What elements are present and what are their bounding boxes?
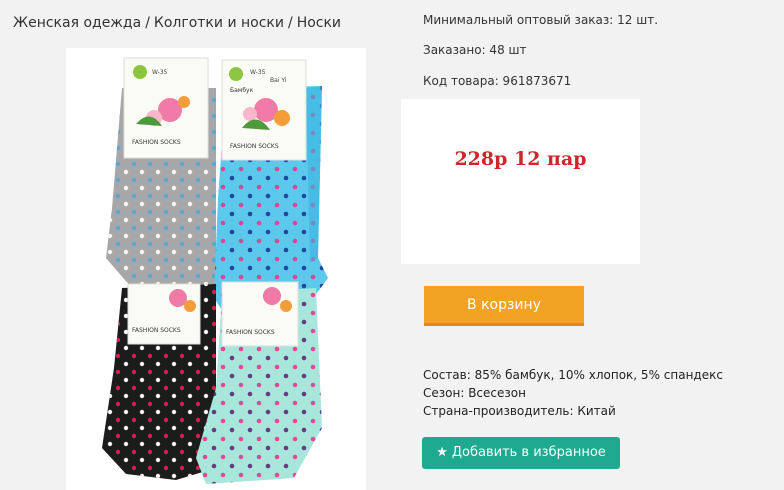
sock-label: FASHION SOCKS	[221, 281, 299, 347]
breadcrumb-item-tights-socks[interactable]: Колготки и носки	[154, 15, 284, 31]
add-to-cart-button[interactable]: В корзину	[424, 286, 584, 326]
ordered-count-text: Заказано: 48 шт	[423, 43, 527, 57]
breadcrumb-item-socks[interactable]: Носки	[297, 15, 341, 31]
composition-text: Состав: 85% бамбук, 10% хлопок, 5% спанд…	[423, 368, 723, 382]
socks-photo: W-35 FASHION SOCKS W-35 Bai Yi Бамбук FA…	[102, 57, 328, 484]
sock-label: FASHION SOCKS	[127, 283, 201, 345]
price-box: 228р 12 пар	[401, 99, 640, 264]
country-text: Страна-производитель: Китай	[423, 404, 616, 418]
price-text: 228р 12 пар	[454, 148, 587, 170]
product-code-text: Код товара: 961873671	[423, 74, 572, 88]
product-image[interactable]: W-35 FASHION SOCKS W-35 Bai Yi Бамбук FA…	[66, 48, 366, 490]
sock-label: W-35 FASHION SOCKS	[123, 57, 209, 159]
label-model-text: W-35	[152, 69, 168, 76]
label-logo-text: Bai Yi	[270, 77, 287, 84]
star-icon: ★	[436, 445, 448, 460]
breadcrumb-item-womens-clothing[interactable]: Женская одежда	[13, 15, 141, 31]
sock-label: W-35 Bai Yi Бамбук FASHION SOCKS	[221, 59, 307, 161]
breadcrumb: Женская одежда / Колготки и носки / Носки	[13, 15, 341, 31]
label-line-text: FASHION SOCKS	[132, 139, 181, 146]
season-text: Сезон: Всесезон	[423, 386, 526, 400]
label-model-text: W-35	[250, 69, 266, 76]
label-line-text: FASHION SOCKS	[230, 143, 279, 150]
label-line-text: FASHION SOCKS	[132, 327, 181, 334]
min-order-text: Минимальный оптовый заказ: 12 шт.	[423, 13, 659, 27]
breadcrumb-separator: /	[145, 15, 150, 31]
breadcrumb-separator: /	[287, 15, 293, 31]
label-brand-text: Бамбук	[230, 87, 254, 94]
add-to-favorites-button[interactable]: ★ Добавить в избранное	[422, 437, 620, 469]
favorite-label: Добавить в избранное	[451, 445, 606, 460]
label-line-text: FASHION SOCKS	[226, 329, 275, 336]
